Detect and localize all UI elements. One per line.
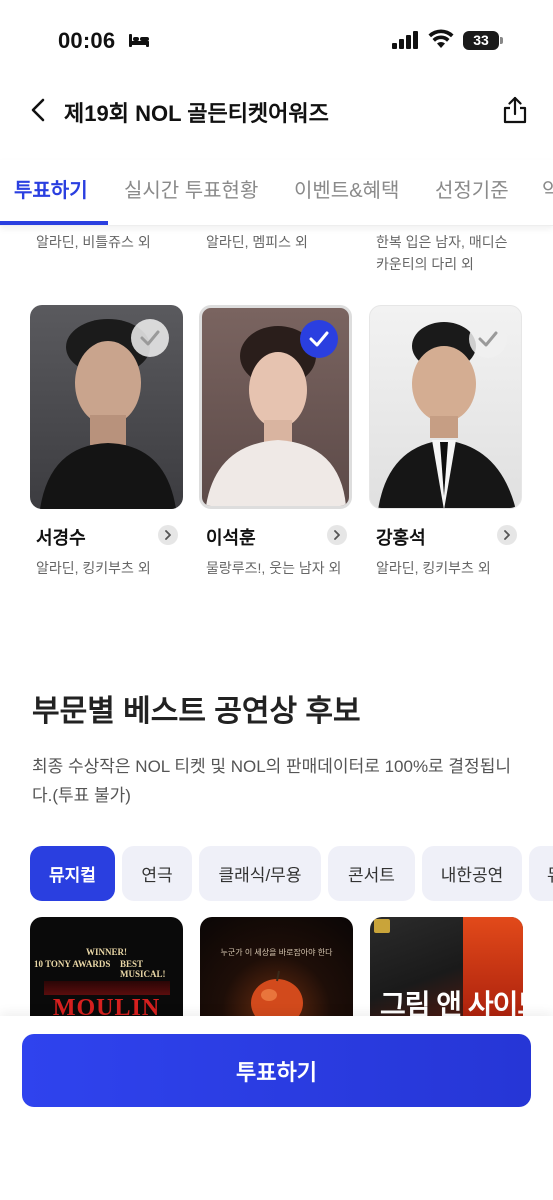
candidate-name[interactable]: 서경수	[36, 524, 86, 550]
poster-text: BEST MUSICAL!	[120, 959, 166, 979]
status-bar: 00:06 33	[0, 0, 553, 78]
candidate-desc-line: 한복 입은 남자, 매디슨	[376, 234, 508, 250]
candidate-desc: 알라딘, 킹키부츠 외	[376, 560, 491, 576]
section-description: 최종 수상작은 NOL 티켓 및 NOL의 판매데이터로 100%로 결정됩니다…	[32, 757, 511, 805]
category-filter: 뮤지컬 연극 클래식/무용 콘서트 내한공연 뮤	[0, 846, 553, 902]
poster-art	[44, 981, 170, 995]
category-chip-intl[interactable]: 내한공연	[422, 846, 522, 901]
tab-active-indicator	[0, 221, 108, 225]
poster-logo	[374, 919, 390, 933]
back-arrow-icon[interactable]	[26, 96, 52, 124]
candidate-desc: 알라딘, 킹키부츠 외	[36, 560, 151, 576]
category-chip-more[interactable]: 뮤	[529, 846, 553, 901]
candidate-desc: 알라딘, 비틀쥬스 외	[36, 234, 151, 250]
tab-bar: 투표하기 실시간 투표현황 이벤트&혜택 선정기준 약	[0, 160, 553, 226]
tab-live-results[interactable]: 실시간 투표현황	[124, 174, 258, 203]
battery-indicator: 33	[463, 31, 499, 50]
tab-more[interactable]: 약	[542, 174, 553, 203]
candidate-name[interactable]: 강홍석	[376, 524, 426, 550]
show-poster[interactable]: WINNER! 10 TONY AWARDS BEST MUSICAL! MOU…	[30, 917, 183, 1027]
section-title: 부문별 베스트 공연상 후보	[32, 695, 361, 728]
tab-vote[interactable]: 투표하기	[14, 174, 88, 203]
chevron-right-icon[interactable]	[497, 525, 517, 545]
page-title: 제19회 NOL 골든티켓어워즈	[64, 101, 329, 126]
candidate-desc: 알라딘, 멤피스 외	[206, 234, 308, 250]
vote-button[interactable]: 투표하기	[22, 1034, 531, 1107]
tab-criteria[interactable]: 선정기준	[435, 174, 509, 203]
candidate-photo[interactable]	[199, 305, 352, 509]
selected-check-icon[interactable]	[300, 320, 338, 358]
category-chip-musical[interactable]: 뮤지컬	[30, 846, 115, 901]
sleep-mode-icon	[129, 34, 149, 47]
signal-icon	[392, 31, 418, 49]
wifi-icon	[428, 29, 454, 48]
category-chip-concert[interactable]: 콘서트	[328, 846, 415, 901]
candidate-photo[interactable]	[369, 305, 522, 509]
candidate-desc: 한복 입은 남자, 매디슨 카운티의 다리 외	[376, 231, 507, 275]
header: 제19회 NOL 골든티켓어워즈	[0, 80, 553, 140]
candidate-desc-line: 카운티의 다리 외	[376, 256, 474, 272]
status-time: 00:06	[58, 28, 116, 53]
battery-cap	[500, 37, 503, 44]
bottom-action-bar: 투표하기	[0, 1016, 553, 1200]
poster-text: WINNER!	[85, 947, 127, 957]
category-chip-play[interactable]: 연극	[122, 846, 192, 901]
show-poster[interactable]: 그림 앤 사이드	[370, 917, 523, 1027]
select-check-icon[interactable]	[131, 319, 169, 357]
select-check-icon[interactable]	[469, 320, 507, 358]
candidate-name[interactable]: 이석훈	[206, 524, 256, 550]
share-icon[interactable]	[502, 95, 528, 125]
candidate-photo[interactable]	[30, 305, 183, 509]
chevron-right-icon[interactable]	[327, 525, 347, 545]
candidate-desc: 물랑루즈!, 웃는 남자 외	[206, 560, 342, 576]
category-chip-classic-dance[interactable]: 클래식/무용	[199, 846, 321, 901]
poster-text: 누군가 이 세상을 바로잡아야 한다	[220, 948, 333, 957]
show-poster[interactable]: 누군가 이 세상을 바로잡아야 한다	[200, 917, 353, 1027]
tab-events[interactable]: 이벤트&혜택	[294, 174, 399, 203]
poster-text: 10 TONY AWARDS	[34, 959, 111, 969]
chevron-right-icon[interactable]	[158, 525, 178, 545]
